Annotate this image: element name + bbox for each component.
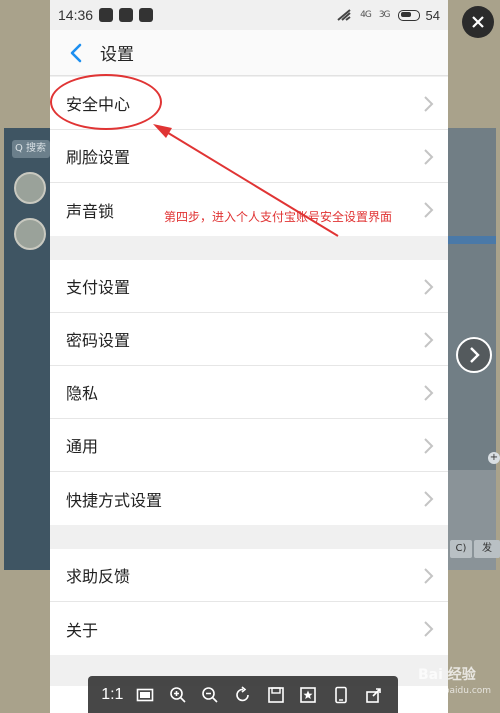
settings-item-label: 刷脸设置 [66, 148, 131, 167]
rotate-icon [236, 685, 249, 701]
fit-screen-button[interactable] [129, 680, 162, 710]
chevron-right-icon [424, 149, 434, 165]
chevron-right-icon [424, 202, 434, 218]
next-image-button[interactable] [456, 337, 492, 373]
chevron-right-icon [424, 438, 434, 454]
wifi-icon [337, 9, 351, 21]
zoom-in-button[interactable] [161, 680, 194, 710]
zoom-in-icon [169, 686, 186, 703]
settings-item-face-recognition[interactable]: 刷脸设置 [50, 130, 448, 183]
settings-item-label: 密码设置 [66, 331, 131, 350]
signal-indicator: 4G [360, 10, 372, 20]
signal-indicator: 3G [378, 10, 391, 20]
mail-icon [139, 8, 154, 22]
settings-item-shortcuts[interactable]: 快捷方式设置 [50, 472, 448, 525]
settings-item-label: 声音锁 [66, 201, 115, 221]
save-button[interactable] [259, 680, 292, 710]
phone-view-button[interactable] [325, 680, 358, 710]
rotate-button[interactable] [227, 680, 260, 710]
back-button[interactable] [56, 33, 96, 73]
share-icon [365, 687, 381, 703]
battery-icon [397, 9, 420, 21]
settings-item-password[interactable]: 密码设置 [50, 313, 448, 366]
highlight-circle [50, 74, 162, 130]
watermark-url: jingyan.baidu.com [408, 686, 492, 696]
chevron-right-icon [424, 385, 434, 401]
fit-screen-icon [136, 688, 154, 701]
favorite-icon [300, 686, 317, 703]
settings-item-privacy[interactable]: 隐私 [50, 366, 448, 419]
navigation-bar: 设置 [50, 30, 448, 76]
settings-item-label: 隐私 [66, 384, 99, 403]
background-c-button: C) [450, 540, 472, 558]
actual-size-button[interactable]: 1:1 [96, 680, 129, 710]
chevron-right-icon [424, 621, 434, 637]
notification-icon [99, 8, 114, 22]
settings-item-label: 通用 [66, 437, 99, 456]
settings-group-general: 支付设置 密码设置 隐私 通用 快捷方式设置 [50, 260, 448, 525]
chevron-right-icon [424, 332, 434, 348]
settings-item-payment[interactable]: 支付设置 [50, 260, 448, 313]
background-send-button: 发 [474, 540, 500, 558]
close-icon [472, 16, 484, 28]
annotation-text: 第四步，进入个人支付宝账号安全设置界面 [164, 210, 393, 224]
background-plus-icon: + [488, 452, 500, 464]
background-avatar [14, 218, 46, 250]
status-time: 14:36 [58, 7, 94, 23]
chevron-right-icon [424, 491, 434, 507]
share-button[interactable] [357, 680, 390, 710]
close-viewer-button[interactable] [462, 6, 494, 38]
settings-item-feedback[interactable]: 求助反馈 [50, 549, 448, 602]
battery-level: 54 [425, 7, 440, 23]
zoom-out-button[interactable] [194, 680, 227, 710]
notification-icon [119, 8, 134, 22]
status-bar: 14:36 4G 3G 54 [50, 0, 448, 30]
back-chevron-icon [70, 43, 82, 62]
chevron-right-icon [424, 568, 434, 584]
next-arrow-icon [470, 347, 480, 363]
settings-item-label: 快捷方式设置 [66, 490, 163, 510]
save-icon [267, 686, 284, 703]
settings-item-general[interactable]: 通用 [50, 419, 448, 472]
viewer-toolbar: 1:1 [88, 676, 398, 713]
settings-group-help: 求助反馈 关于 [50, 549, 448, 655]
background-blue-bar [448, 236, 496, 244]
background-avatar [14, 172, 46, 204]
settings-item-label: 支付设置 [66, 278, 131, 297]
zoom-out-icon [202, 686, 218, 703]
favorite-button[interactable] [292, 680, 325, 710]
settings-item-label: 关于 [66, 620, 99, 640]
watermark: Bai 经验 [418, 667, 476, 683]
background-search-field: Q 搜索 [12, 140, 50, 158]
chevron-right-icon [424, 279, 434, 295]
page-title: 设置 [100, 45, 134, 65]
chevron-right-icon [424, 96, 434, 112]
actual-size-label: 1:1 [101, 685, 124, 703]
settings-item-about[interactable]: 关于 [50, 602, 448, 655]
settings-item-label: 求助反馈 [66, 567, 131, 586]
phone-icon [335, 686, 347, 703]
